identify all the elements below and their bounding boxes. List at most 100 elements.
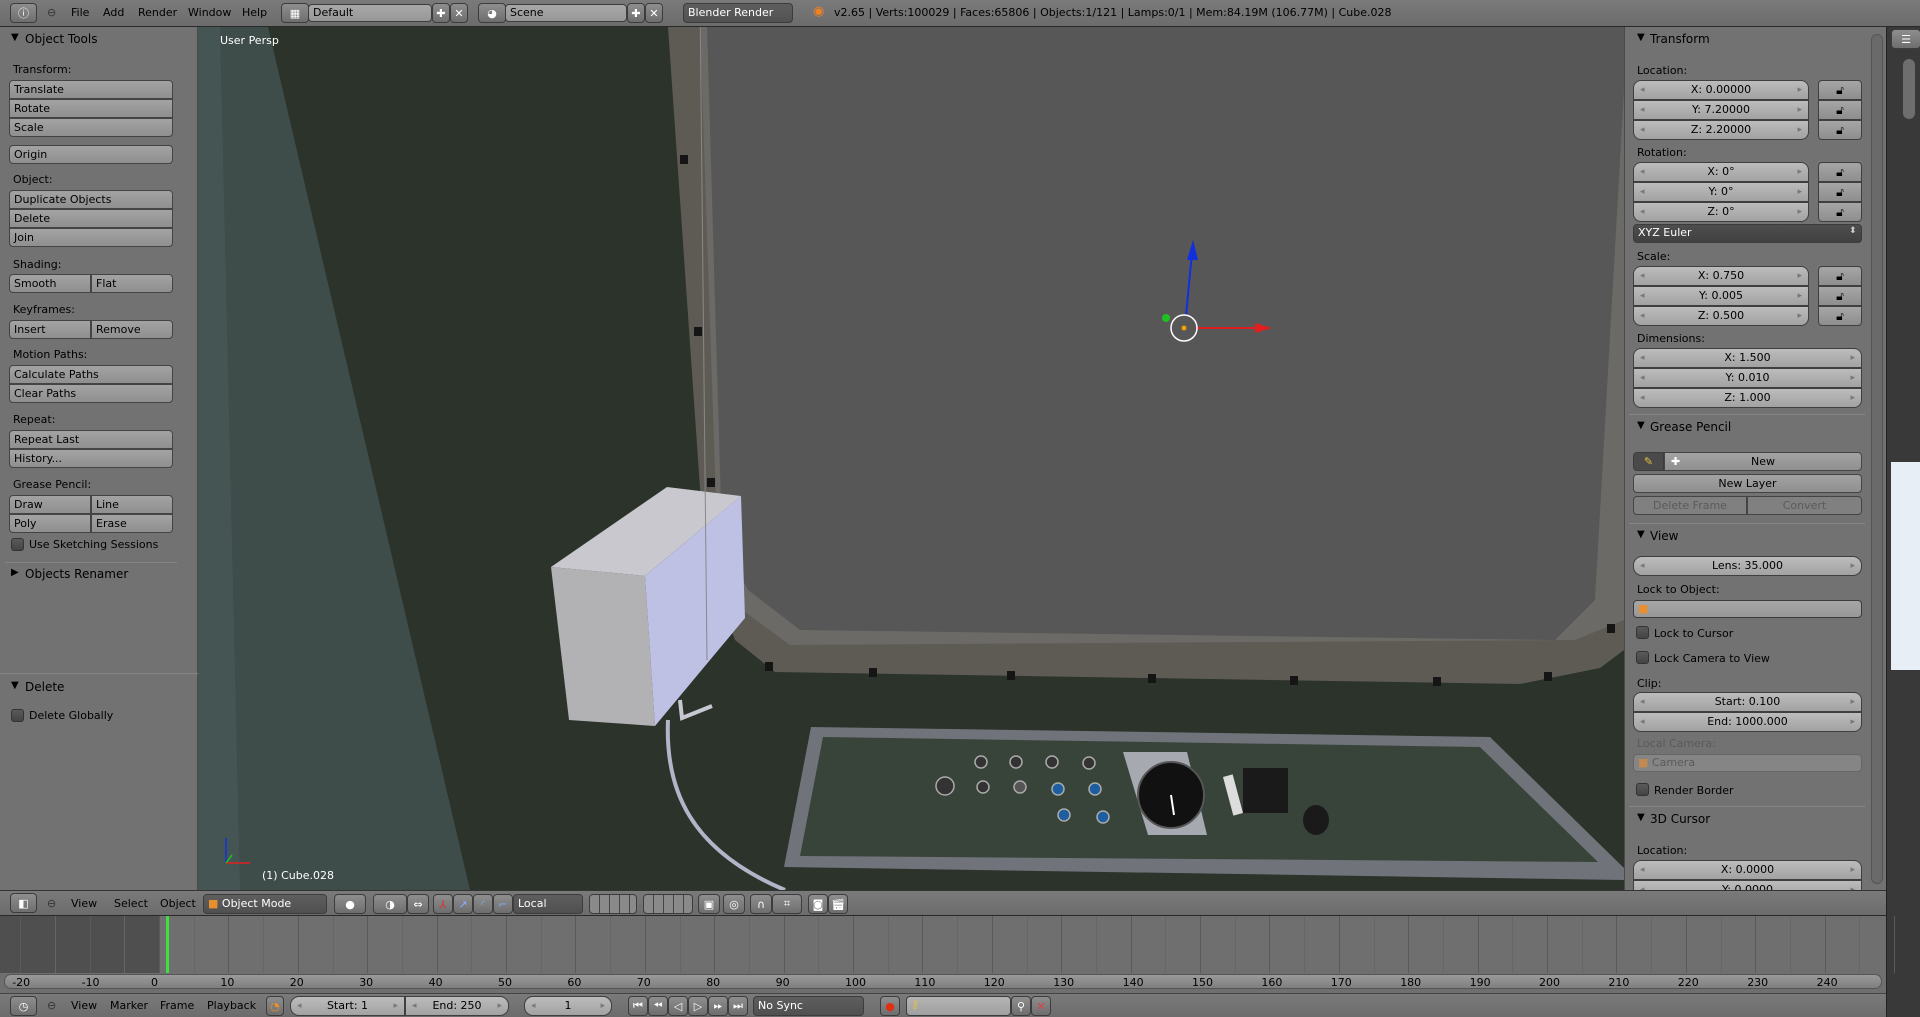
viewport-shading-icon[interactable]: ●	[334, 894, 366, 914]
clip-start-field[interactable]: Start: 0.100	[1633, 692, 1862, 712]
add-scene-icon[interactable]: ✚	[627, 3, 645, 23]
render-animation-icon[interactable]: 🎬︎	[828, 894, 848, 914]
lock-icon[interactable]: 🔓︎	[1818, 182, 1862, 202]
add-screen-icon[interactable]: ✚	[432, 3, 450, 23]
keying-set-field[interactable]: ⚷	[906, 996, 1011, 1016]
timeline-ruler[interactable]	[4, 974, 1882, 989]
rotation-y-field[interactable]: Y: 0°	[1633, 182, 1809, 202]
lock-camera-layers-icon[interactable]: ▣	[698, 894, 720, 914]
collapse-triangle-icon[interactable]: ▼	[1637, 420, 1645, 431]
start-frame-field[interactable]: Start: 1	[290, 996, 405, 1016]
dimensions-y-field[interactable]: Y: 0.010	[1633, 368, 1862, 388]
lock-icon[interactable]: 🔓︎	[1818, 286, 1862, 306]
remove-keyframe-button[interactable]: Remove	[91, 320, 173, 339]
join-button[interactable]: Join	[9, 228, 173, 247]
smooth-button[interactable]: Smooth	[9, 274, 91, 293]
location-y-field[interactable]: Y: 7.20000	[1633, 100, 1809, 120]
menu-object[interactable]: Object	[160, 897, 196, 910]
render-border-checkbox[interactable]	[1636, 783, 1649, 796]
record-icon[interactable]: ●	[880, 996, 900, 1016]
snap-toggle-icon[interactable]: ∩	[750, 894, 772, 914]
cursor-y-field[interactable]: Y: 0.0000	[1633, 880, 1862, 890]
menu-add[interactable]: Add	[103, 6, 124, 19]
gp-erase-button[interactable]: Erase	[91, 514, 173, 533]
layers-group-2[interactable]	[643, 894, 693, 914]
snap-element-icon[interactable]: ⌗	[772, 894, 802, 914]
3d-view-editor-icon[interactable]: ◧	[10, 893, 37, 913]
collapse-triangle-icon[interactable]: ▼	[1637, 812, 1645, 823]
operator-panel-header[interactable]: Delete	[25, 680, 64, 694]
menu-view[interactable]: View	[71, 897, 97, 910]
lock-icon[interactable]: 🔓︎	[1818, 120, 1862, 140]
gp-poly-button[interactable]: Poly	[9, 514, 91, 533]
sync-mode-dropdown[interactable]: No Sync	[753, 996, 864, 1016]
scale-button[interactable]: Scale	[9, 118, 173, 137]
local-camera-field[interactable]: ■ Camera	[1633, 754, 1862, 772]
collapse-menu-icon[interactable]: ⊖	[47, 999, 56, 1012]
render-opengl-icon[interactable]: ◙	[808, 894, 828, 914]
gp-new-button[interactable]: ✚ New	[1664, 452, 1862, 471]
timeline-editor-icon[interactable]: ◷	[10, 996, 37, 1016]
dimensions-z-field[interactable]: Z: 1.000	[1633, 388, 1862, 408]
object-tools-header[interactable]: Object Tools	[25, 32, 97, 46]
clear-paths-button[interactable]: Clear Paths	[9, 384, 173, 403]
menu-frame[interactable]: Frame	[160, 999, 194, 1012]
menu-help[interactable]: Help	[242, 6, 267, 19]
delete-scene-icon[interactable]: ✕	[645, 3, 663, 23]
properties-scrollbar[interactable]	[1871, 34, 1883, 884]
repeat-last-button[interactable]: Repeat Last	[9, 430, 173, 449]
collapse-triangle-icon[interactable]: ▼	[1637, 529, 1645, 540]
menu-marker[interactable]: Marker	[110, 999, 148, 1012]
collapse-triangle-icon[interactable]: ▼	[1637, 32, 1645, 43]
timeline-editor[interactable]	[0, 916, 1895, 993]
end-frame-field[interactable]: End: 250	[405, 996, 509, 1016]
manipulator-toggle-icon[interactable]: ⅄	[433, 894, 453, 914]
rotation-z-field[interactable]: Z: 0°	[1633, 202, 1809, 222]
calculate-paths-button[interactable]: Calculate Paths	[9, 365, 173, 384]
gp-line-button[interactable]: Line	[91, 495, 173, 514]
location-x-field[interactable]: X: 0.00000	[1633, 80, 1809, 100]
delete-screen-icon[interactable]: ✕	[450, 3, 468, 23]
lock-icon[interactable]: 🔓︎	[1818, 306, 1862, 326]
history-button[interactable]: History...	[9, 449, 173, 468]
lock-icon[interactable]: 🔓︎	[1818, 266, 1862, 286]
menu-view[interactable]: View	[71, 999, 97, 1012]
transform-panel-header[interactable]: Transform	[1650, 32, 1710, 46]
preview-range-icon[interactable]: ◔	[266, 996, 284, 1016]
gp-draw-button[interactable]: Draw	[9, 495, 91, 514]
menu-window[interactable]: Window	[188, 6, 231, 19]
translate-button[interactable]: Translate	[9, 80, 173, 99]
collapse-menu-icon[interactable]: ⊖	[47, 6, 56, 19]
outliner-scrollbar[interactable]	[1903, 59, 1915, 119]
play-icon[interactable]: ▷	[688, 996, 708, 1016]
lock-icon[interactable]: 🔓︎	[1818, 162, 1862, 182]
collapse-triangle-icon[interactable]: ▼	[11, 32, 19, 43]
cursor-x-field[interactable]: X: 0.0000	[1633, 860, 1862, 880]
scene-field[interactable]: Scene	[505, 4, 627, 22]
gp-delete-frame-button[interactable]: Delete Frame	[1633, 496, 1747, 515]
menu-file[interactable]: File	[71, 6, 89, 19]
menu-select[interactable]: Select	[114, 897, 148, 910]
menu-playback[interactable]: Playback	[207, 999, 256, 1012]
scale-manipulator-icon[interactable]: ⌐	[493, 894, 513, 914]
3d-viewport[interactable]	[198, 27, 1624, 890]
collapse-menu-icon[interactable]: ⊖	[47, 897, 56, 910]
jump-keyframe-back-icon[interactable]: ⏪︎	[648, 996, 668, 1016]
duplicate-objects-button[interactable]: Duplicate Objects	[9, 190, 173, 209]
pivot-point-icon[interactable]: ◑	[373, 894, 407, 914]
rotate-manipulator-icon[interactable]: ◜	[473, 894, 493, 914]
gp-convert-button[interactable]: Convert	[1747, 496, 1862, 515]
lock-icon[interactable]: 🔓︎	[1818, 202, 1862, 222]
rotation-mode-dropdown[interactable]: XYZ Euler	[1633, 224, 1862, 243]
render-engine-dropdown[interactable]: Blender Render	[683, 3, 793, 23]
proportional-edit-icon[interactable]: ◎	[723, 894, 745, 914]
scale-y-field[interactable]: Y: 0.005	[1633, 286, 1809, 306]
scale-z-field[interactable]: Z: 0.500	[1633, 306, 1809, 326]
lens-field[interactable]: Lens: 35.000	[1633, 556, 1862, 576]
3d-cursor-panel-header[interactable]: 3D Cursor	[1650, 812, 1710, 826]
info-editor-icon[interactable]: ⓘ	[10, 3, 37, 23]
delete-keyframe-icon[interactable]: ✕	[1031, 996, 1051, 1016]
jump-start-icon[interactable]: ⏮︎	[628, 996, 648, 1016]
current-frame-indicator[interactable]	[165, 916, 169, 973]
view-panel-header[interactable]: View	[1650, 529, 1678, 543]
